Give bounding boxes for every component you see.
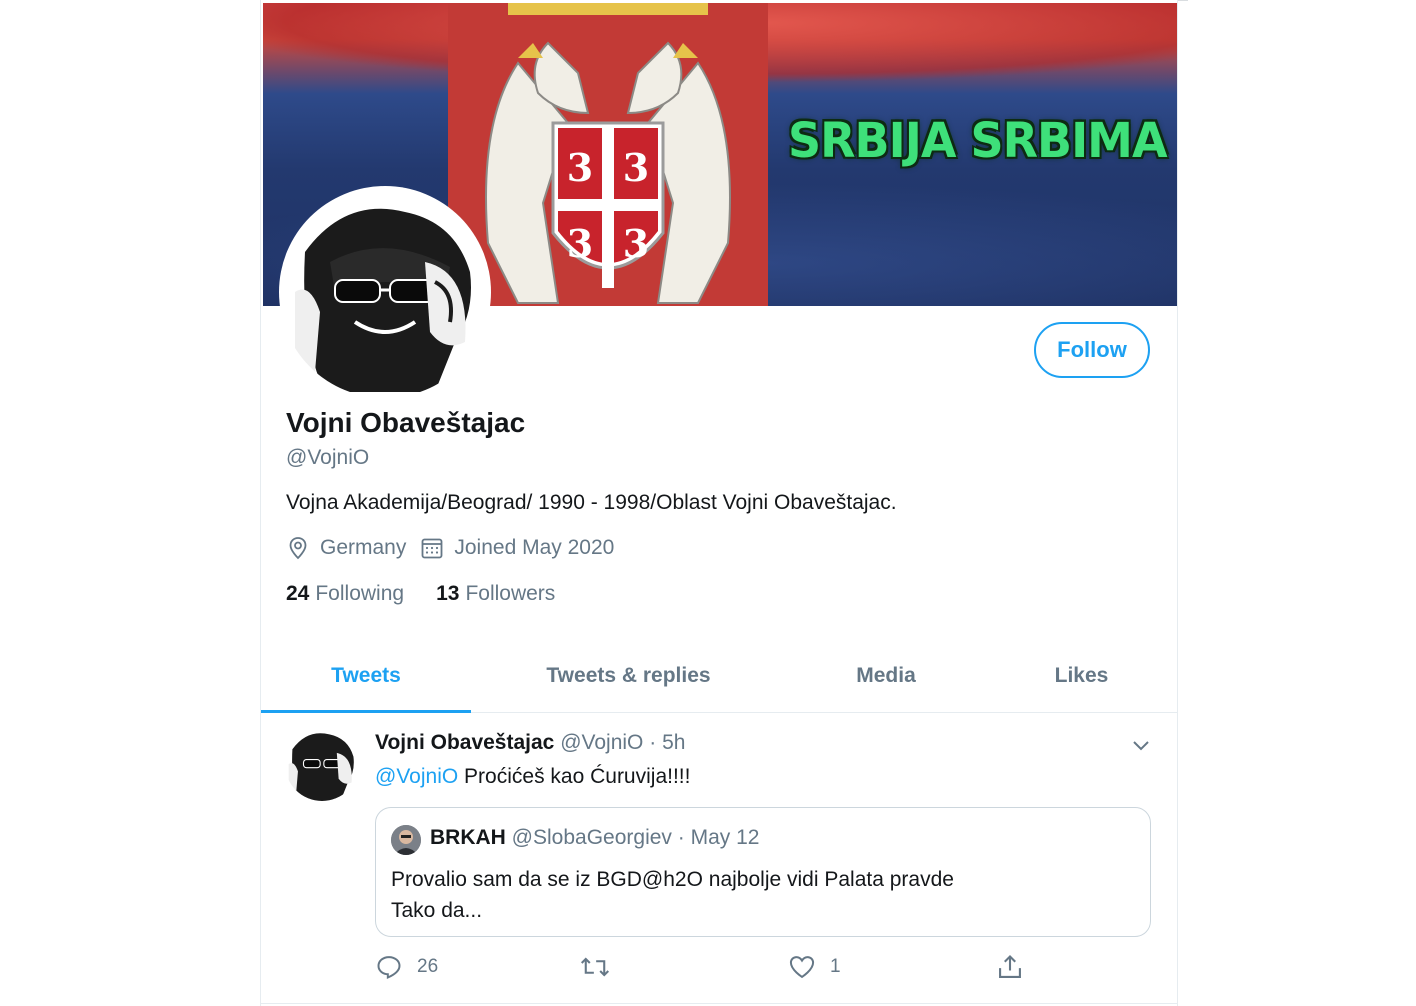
profile-location: Germany bbox=[286, 536, 406, 560]
followers-count: 13 bbox=[436, 582, 460, 605]
chevron-down-icon[interactable] bbox=[1129, 733, 1153, 757]
quote-author-avatar bbox=[391, 825, 421, 855]
profile-joined: Joined May 2020 bbox=[420, 536, 614, 560]
profile-counts: 24 Following 13 Followers bbox=[286, 582, 587, 606]
reply-button[interactable]: 26 bbox=[375, 953, 438, 981]
profile-meta: Germany Joined May 2020 bbox=[286, 536, 628, 560]
following-count: 24 bbox=[286, 582, 310, 605]
quote-author-handle: @SlobaGeorgiev bbox=[511, 826, 672, 849]
profile-tabs: Tweets Tweets & replies Media Likes bbox=[261, 640, 1177, 713]
svg-text:3: 3 bbox=[623, 145, 649, 190]
share-button[interactable] bbox=[996, 953, 1038, 981]
tab-media[interactable]: Media bbox=[786, 640, 986, 712]
like-count: 1 bbox=[830, 956, 841, 977]
followers-label: Followers bbox=[465, 582, 556, 605]
avatar-image bbox=[285, 192, 485, 392]
joined-text: Joined May 2020 bbox=[454, 536, 615, 559]
avatar-image bbox=[391, 825, 421, 855]
following-label: Following bbox=[315, 582, 405, 605]
profile-handle: @VojniO bbox=[286, 446, 370, 469]
quote-line: Tako da... bbox=[391, 899, 483, 922]
svg-text:3: 3 bbox=[623, 221, 649, 266]
tweet[interactable]: Vojni Obaveštajac @VojniO · 5h @VojniO P… bbox=[261, 713, 1177, 1004]
like-icon bbox=[789, 956, 815, 979]
tweet-actions: 26 1 bbox=[375, 953, 1151, 983]
tweet-text: @VojniO Proćićeš kao Ćuruvija!!!! bbox=[375, 765, 690, 789]
like-button[interactable]: 1 bbox=[788, 953, 841, 981]
followers-link[interactable]: 13 Followers bbox=[436, 582, 555, 606]
tab-tweets-replies[interactable]: Tweets & replies bbox=[471, 640, 786, 712]
coat-of-arms-image: 3 3 3 3 bbox=[448, 3, 768, 306]
profile-avatar[interactable] bbox=[279, 186, 491, 398]
profile-name: Vojni Obaveštajac bbox=[286, 407, 526, 438]
tweet-author-handle[interactable]: @VojniO bbox=[560, 731, 643, 754]
location-text: Germany bbox=[320, 536, 407, 559]
location-icon bbox=[289, 537, 307, 560]
tweet-author-name[interactable]: Vojni Obaveštajac bbox=[375, 731, 554, 754]
profile-bio: Vojna Akademija/Beograd/ 1990 - 1998/Obl… bbox=[286, 491, 897, 514]
svg-text:3: 3 bbox=[567, 145, 593, 190]
following-link[interactable]: 24 Following bbox=[286, 582, 404, 606]
profile-page: 3 3 3 3 SRBIJA SRBIMA Follow Vojni Obave… bbox=[260, 0, 1178, 1006]
reply-count: 26 bbox=[417, 956, 439, 977]
quote-author-name: BRKAH bbox=[430, 826, 506, 849]
quote-line: Provalio sam da se iz BGD@h2O najbolje v… bbox=[391, 868, 954, 891]
retweet-button[interactable] bbox=[580, 953, 624, 981]
calendar-icon bbox=[421, 538, 443, 559]
tweet-time[interactable]: 5h bbox=[662, 731, 685, 754]
retweet-icon bbox=[580, 957, 610, 977]
avatar-image bbox=[285, 727, 359, 801]
tab-tweets[interactable]: Tweets bbox=[261, 640, 471, 713]
tweet-header: Vojni Obaveštajac @VojniO · 5h bbox=[375, 731, 685, 755]
quote-header: BRKAH @SlobaGeorgiev · May 12 bbox=[430, 826, 759, 850]
tweet-body: Proćićeš kao Ćuruvija!!!! bbox=[464, 765, 691, 788]
quoted-tweet[interactable]: BRKAH @SlobaGeorgiev · May 12 Provalio s… bbox=[375, 807, 1151, 937]
reply-icon bbox=[377, 956, 401, 980]
follow-button[interactable]: Follow bbox=[1034, 322, 1150, 378]
tab-likes[interactable]: Likes bbox=[986, 640, 1177, 712]
tweet-author-avatar[interactable] bbox=[285, 727, 359, 801]
share-icon bbox=[999, 955, 1021, 978]
svg-text:3: 3 bbox=[567, 221, 593, 266]
tweet-separator: · bbox=[649, 731, 657, 754]
quote-text: Provalio sam da se iz BGD@h2O najbolje v… bbox=[391, 864, 954, 926]
quote-date: May 12 bbox=[690, 826, 760, 849]
tweet-mention[interactable]: @VojniO bbox=[375, 765, 458, 788]
quote-separator: · bbox=[677, 826, 685, 849]
banner-slogan: SRBIJA SRBIMA bbox=[788, 111, 1168, 169]
